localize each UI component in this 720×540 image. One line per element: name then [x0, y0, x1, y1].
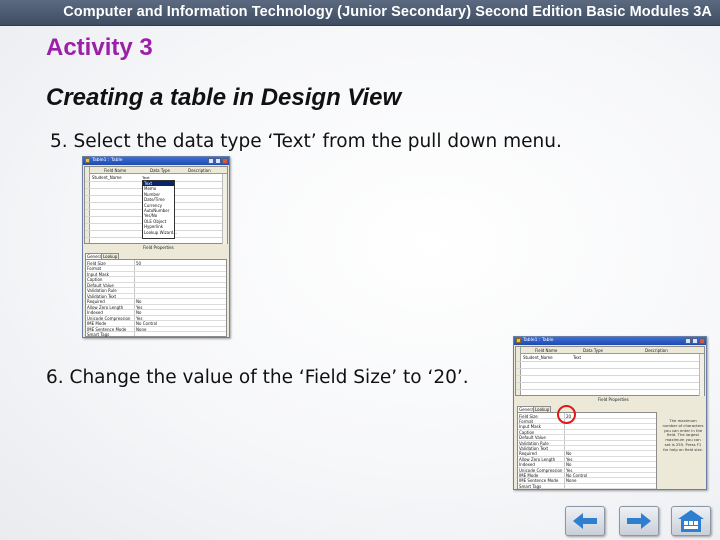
- highlight-circle: [557, 405, 576, 424]
- table-icon: [85, 158, 90, 163]
- next-button[interactable]: [619, 506, 659, 536]
- col-field-name: Field Name: [535, 347, 558, 353]
- next-arrow-icon: [627, 513, 651, 529]
- previous-arrow-icon: [573, 513, 597, 529]
- window-titlebar: Table1 : Table: [514, 337, 706, 345]
- home-button[interactable]: [671, 506, 711, 536]
- header-bar: Computer and Information Technology (Jun…: [0, 0, 720, 26]
- data-type-cell[interactable]: Text: [142, 175, 150, 180]
- field-properties-label: Field Properties: [598, 397, 629, 402]
- field-grid[interactable]: Field Name Data Type Description Student…: [84, 166, 228, 244]
- column-headers: Field Name Data Type Description: [90, 167, 227, 174]
- col-description: Description: [645, 347, 668, 353]
- maximize-icon[interactable]: [215, 158, 221, 164]
- screenshot-table-design-dropdown: Table1 : Table Field Name Data Type Desc…: [82, 156, 230, 338]
- page-heading: Creating a table in Design View: [46, 84, 402, 111]
- prop-row[interactable]: Smart Tags: [518, 483, 656, 489]
- window-titlebar: Table1 : Table: [83, 157, 229, 165]
- step-5-text: 5. Select the data type ‘Text’ from the …: [50, 131, 562, 152]
- col-data-type: Data Type: [150, 167, 171, 173]
- col-data-type: Data Type: [583, 347, 604, 353]
- column-headers: Field Name Data Type Description: [521, 347, 704, 354]
- col-description: Description: [188, 167, 211, 173]
- prop-row[interactable]: Smart Tags: [86, 332, 226, 337]
- close-icon[interactable]: [699, 338, 705, 344]
- window-title: Table1 : Table: [92, 158, 123, 163]
- data-type-dropdown[interactable]: Text Memo Number Date/Time Currency Auto…: [142, 180, 177, 239]
- home-icon: [678, 510, 704, 532]
- field-grid[interactable]: Field Name Data Type Description Student…: [515, 346, 705, 396]
- close-icon[interactable]: [222, 158, 228, 164]
- minimize-icon[interactable]: [685, 338, 691, 344]
- dropdown-option[interactable]: Lookup Wizard...: [143, 230, 177, 235]
- field-name-cell[interactable]: Student_Name: [92, 175, 122, 180]
- field-properties-label: Field Properties: [143, 245, 174, 250]
- maximize-icon[interactable]: [692, 338, 698, 344]
- field-properties-pane: Field Size 20 Format Input Mask Caption D…: [517, 412, 657, 489]
- row-selector: [516, 347, 521, 395]
- field-size-help-text: The maximum number of characters you can…: [662, 418, 704, 452]
- scrollbar[interactable]: [699, 354, 704, 396]
- table-icon: [516, 338, 521, 343]
- window-title: Table1 : Table: [523, 338, 554, 343]
- activity-title: Activity 3: [46, 34, 153, 61]
- data-type-cell[interactable]: Text: [573, 355, 581, 360]
- field-name-cell[interactable]: Student_Name: [523, 355, 553, 360]
- minimize-icon[interactable]: [208, 158, 214, 164]
- screenshot-field-size: Table1 : Table Field Name Data Type Desc…: [513, 336, 707, 490]
- header-title: Computer and Information Technology (Jun…: [63, 4, 712, 20]
- scrollbar[interactable]: [222, 174, 227, 244]
- col-field-name: Field Name: [104, 167, 127, 173]
- field-properties-pane: Field Size 50 Format Input Mask Caption D…: [85, 259, 227, 337]
- previous-button[interactable]: [565, 506, 605, 536]
- step-6-text: 6. Change the value of the ‘Field Size’ …: [46, 367, 469, 388]
- row-selector: [85, 167, 90, 243]
